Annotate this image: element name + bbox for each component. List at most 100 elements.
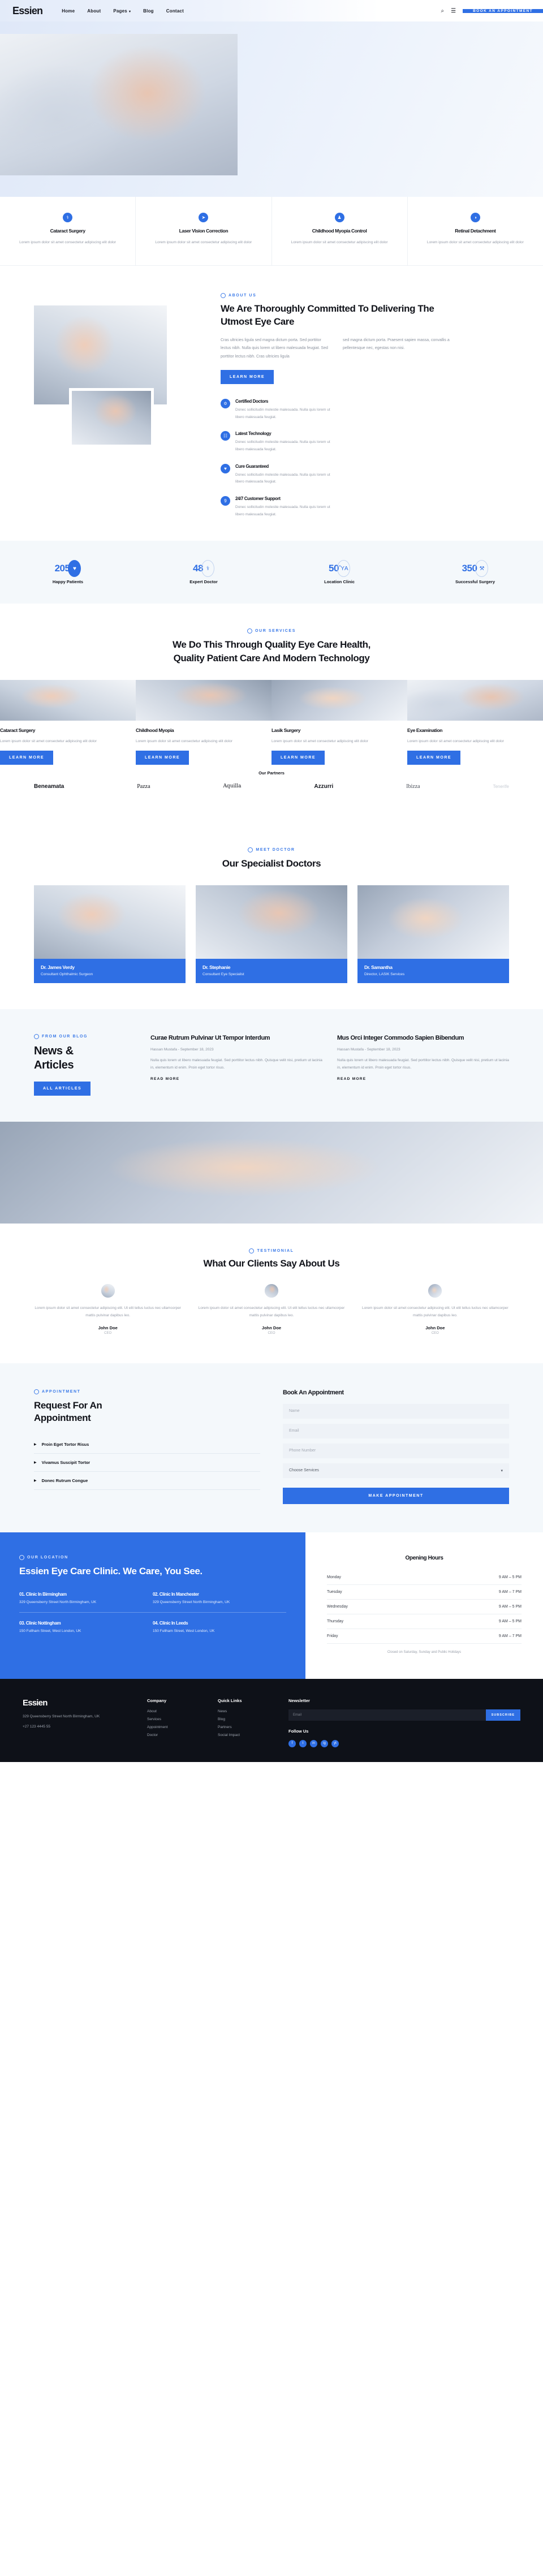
partner-logo[interactable]: Tenerife xyxy=(493,784,508,789)
service-title: Childhood Myopia xyxy=(136,727,266,733)
service-learn-more-button[interactable]: LEARN MORE xyxy=(272,751,325,765)
news-read-more-link[interactable]: READ MORE xyxy=(150,1077,322,1081)
footer-link-blog[interactable]: Blog xyxy=(218,1717,272,1721)
choose-services-value: Choose Services xyxy=(289,1468,319,1472)
nav-item-blog[interactable]: Blog xyxy=(143,8,154,14)
doctors-eyebrow: Meet Doctor xyxy=(0,847,543,852)
service-card: Childhood Myopia Lorem ipsum dolor sit a… xyxy=(136,680,272,765)
doctors-section: Meet Doctor Our Specialist Doctors Dr. J… xyxy=(0,825,543,1009)
nav-item-about[interactable]: About xyxy=(87,8,101,14)
about-features: ✡ Certified Doctors Donec sollicitudin m… xyxy=(221,399,453,518)
phone-field[interactable]: Phone Number xyxy=(283,1444,509,1458)
doctor-card[interactable]: Dr. Stephanie Consultant Eye Specialist xyxy=(196,885,347,983)
footer-link-about[interactable]: About xyxy=(147,1709,201,1713)
service-image xyxy=(0,680,136,721)
follow-us-title: Follow Us xyxy=(288,1729,520,1734)
partner-logo[interactable]: Aquilla xyxy=(223,783,241,789)
service-body: Eye Examination Lorem ipsum dolor sit am… xyxy=(407,721,543,765)
highlight-card[interactable]: ◑ Retinal Detachment Lorem ipsum dolor s… xyxy=(408,197,543,265)
make-appointment-button[interactable]: MAKE APPOINTMENT xyxy=(283,1488,509,1504)
partner-logo[interactable]: Pazza xyxy=(137,783,150,790)
accordion-item[interactable]: ▶ Proin Eget Tortor Risus xyxy=(34,1436,260,1454)
twitter-icon[interactable]: t xyxy=(299,1740,307,1747)
nav-item-contact[interactable]: Contact xyxy=(166,8,184,14)
clinic-item[interactable]: 01. Clinic In Birmingham 329 Queensberry… xyxy=(19,1592,153,1612)
highlight-card[interactable]: ♟ Childhood Myopia Control Lorem ipsum d… xyxy=(272,197,408,265)
doctor-card[interactable]: Dr. Samantha Director, LASIK Services xyxy=(357,885,509,983)
about-col1: Cras ultricies ligula sed magna dictum p… xyxy=(221,337,330,361)
partner-logo[interactable]: Ibizza xyxy=(406,783,420,790)
clinic-item[interactable]: 03. Clinic Nottingham 150 Fullham Street… xyxy=(19,1612,153,1641)
stat-top: 205 ♥ xyxy=(0,560,136,577)
all-articles-button[interactable]: ALL ARTICLES xyxy=(34,1082,90,1096)
highlight-title: Cataract Surgery xyxy=(10,228,125,234)
about-title: We Are Thoroughly Committed To Deliverin… xyxy=(221,303,453,329)
doctor-card[interactable]: Dr. James Verdy Consultant Ophthalmic Su… xyxy=(34,885,186,983)
stat-item: 48 ⚕ Expert Doctor xyxy=(136,560,272,584)
nav-item-pages[interactable]: Pages ▾ xyxy=(113,8,131,14)
partner-logo[interactable]: Beneamata xyxy=(34,783,64,790)
retina-icon: ◑ xyxy=(471,213,480,222)
about-eyebrow: About Us xyxy=(221,293,453,298)
footer-link-services[interactable]: Services xyxy=(147,1717,201,1721)
footer-link-news[interactable]: News xyxy=(218,1709,272,1713)
highlight-text: Lorem ipsum dolor sit amet consectetur a… xyxy=(418,239,533,246)
youtube-icon[interactable]: yt xyxy=(331,1740,339,1747)
newsletter-email-input[interactable]: Email xyxy=(288,1709,486,1721)
clinic-item[interactable]: 02. Clinic In Manchester 329 Queensberry… xyxy=(153,1592,286,1612)
services-title: We Do This Through Quality Eye Care Heal… xyxy=(0,638,543,665)
stat-top: 48 ⚕ xyxy=(136,560,272,577)
footer-logo[interactable]: Essien xyxy=(23,1698,130,1708)
footer-phone: +27 123 4445 55 xyxy=(23,1724,130,1730)
hamburger-menu-icon[interactable]: ☰ xyxy=(451,8,456,14)
service-text: Lorem ipsum dolor sit amet consectetur a… xyxy=(407,738,537,745)
instagram-icon[interactable]: ig xyxy=(321,1740,328,1747)
hours-time: 9 AM – 7 PM xyxy=(499,1590,522,1594)
newsletter-subscribe-button[interactable]: SUBSCRIBE xyxy=(486,1709,520,1721)
about-learn-more-button[interactable]: LEARN MORE xyxy=(221,370,274,384)
partner-logo[interactable]: Azzurri xyxy=(314,783,333,790)
highlight-card[interactable]: ➤ Laser Vision Correction Lorem ipsum do… xyxy=(136,197,272,265)
site-logo[interactable]: Essien xyxy=(12,5,42,17)
service-learn-more-button[interactable]: LEARN MORE xyxy=(407,751,460,765)
testimonial-card: Lorem ipsum dolor sit amet consectetur a… xyxy=(34,1284,182,1335)
service-learn-more-button[interactable]: LEARN MORE xyxy=(0,751,53,765)
stat-top: 50 ὟA xyxy=(272,560,407,577)
accordion-item[interactable]: ▶ Vivamus Suscipit Tortor xyxy=(34,1454,260,1472)
footer-link-doctor[interactable]: Doctor xyxy=(147,1733,201,1737)
chat-support-icon: ὞9 xyxy=(221,496,230,506)
choose-services-select[interactable]: Choose Services ▾ xyxy=(283,1463,509,1478)
footer-link-appointment[interactable]: Appointment xyxy=(147,1725,201,1729)
email-field[interactable]: Email xyxy=(283,1424,509,1438)
play-icon[interactable]: ▶ xyxy=(263,1164,280,1181)
footer-link-partners[interactable]: Partners xyxy=(218,1725,272,1729)
doctor-role: Consultant Eye Specialist xyxy=(202,972,341,976)
feature-title: Cure Guaranteed xyxy=(235,464,339,469)
nav-item-home[interactable]: Home xyxy=(62,8,75,14)
news-read-more-link[interactable]: READ MORE xyxy=(337,1077,509,1081)
child-icon: ♟ xyxy=(335,213,344,222)
nav-item-pages-label: Pages xyxy=(113,8,127,14)
avatar xyxy=(428,1284,442,1298)
accordion-item[interactable]: ▶ Donec Rutrum Congue xyxy=(34,1472,260,1490)
news-card[interactable]: Curae Rutrum Pulvinar Ut Tempor Interdum… xyxy=(150,1034,322,1096)
testimonials-eyebrow-label: Testimonial xyxy=(257,1249,294,1253)
ring-icon xyxy=(249,1248,254,1253)
services-eyebrow-label: Our Services xyxy=(255,629,296,633)
hours-time: 9 AM – 7 PM xyxy=(499,1634,522,1638)
highlight-card[interactable]: ⚕ Cataract Surgery Lorem ipsum dolor sit… xyxy=(0,197,136,265)
name-field[interactable]: Name xyxy=(283,1404,509,1419)
feature-text: Donec sollicitudin molestie malesuada. N… xyxy=(235,407,339,421)
footer-link-social-impact[interactable]: Social Impact xyxy=(218,1733,272,1737)
clinic-item[interactable]: 04. Clinic In Leeds 150 Fullham Street, … xyxy=(153,1612,286,1641)
linkedin-icon[interactable]: in xyxy=(310,1740,317,1747)
clinic-address: 329 Queensberry Street North Birmingham,… xyxy=(153,1600,277,1604)
facebook-icon[interactable]: f xyxy=(288,1740,296,1747)
search-icon[interactable]: ⌕ xyxy=(441,8,444,14)
book-appointment-button[interactable]: BOOK AN APPOINTMENT xyxy=(463,9,543,13)
header-left: Essien Home About Pages ▾ Blog Contact xyxy=(0,0,441,21)
testimonials-eyebrow: Testimonial xyxy=(0,1248,543,1253)
news-card[interactable]: Mus Orci Integer Commodo Sapien Bibendum… xyxy=(337,1034,509,1096)
feature-text: Donec sollicitudin molestie malesuada. N… xyxy=(235,472,339,486)
service-learn-more-button[interactable]: LEARN MORE xyxy=(136,751,189,765)
